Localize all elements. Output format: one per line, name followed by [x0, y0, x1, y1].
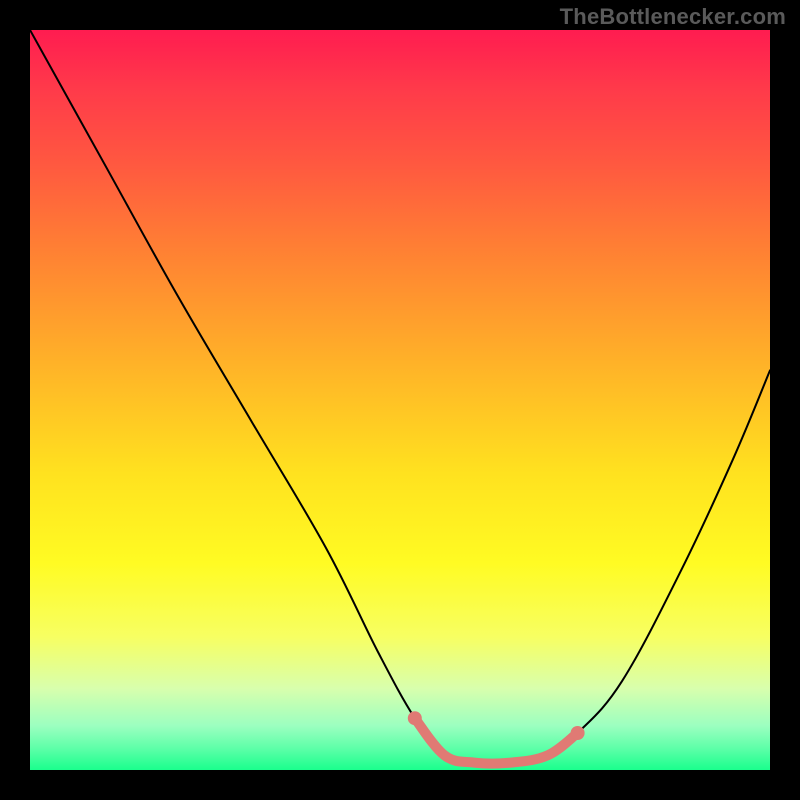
- highlight-marker: [408, 711, 422, 725]
- chart-frame: TheBottlenecker.com: [0, 0, 800, 800]
- watermark-text: TheBottlenecker.com: [560, 4, 786, 30]
- highlight-marker: [571, 726, 585, 740]
- highlight-segment-path: [415, 718, 578, 763]
- chart-svg: [30, 30, 770, 770]
- bottleneck-curve-path: [30, 30, 770, 764]
- highlight-markers: [408, 711, 585, 740]
- plot-area: [30, 30, 770, 770]
